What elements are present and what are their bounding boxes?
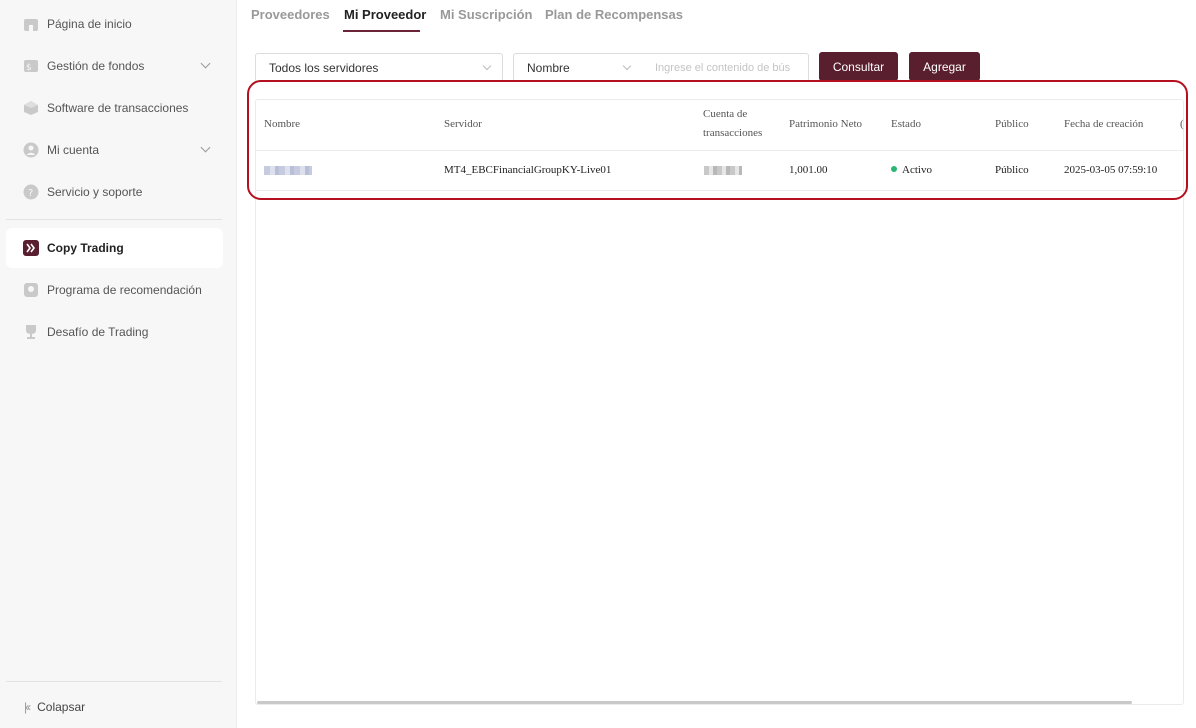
referral-icon [24, 283, 38, 297]
server-select-value: Todos los servidores [269, 60, 379, 75]
sidebar-item-label: Software de transacciones [47, 101, 189, 115]
chevron-down-icon [482, 61, 492, 71]
sidebar: Página de inicio $ Gestión de fondos Sof… [0, 0, 237, 728]
tab-rewards-plan[interactable]: Plan de Recompensas [545, 7, 683, 22]
svg-text:$: $ [26, 63, 32, 73]
sidebar-item-label: Programa de recomendación [47, 283, 202, 297]
chevron-down-icon [200, 58, 211, 69]
sidebar-item-home[interactable]: Página de inicio [6, 4, 223, 44]
add-button[interactable]: Agregar [909, 52, 980, 81]
user-icon [23, 142, 39, 158]
query-button[interactable]: Consultar [819, 52, 898, 81]
active-tab-indicator [343, 30, 420, 32]
copy-trading-icon [23, 240, 39, 256]
sidebar-item-label: Página de inicio [47, 17, 132, 31]
chevron-down-icon [200, 142, 211, 153]
sidebar-divider [6, 219, 222, 220]
sidebar-item-account[interactable]: Mi cuenta [6, 130, 223, 170]
wallet-icon: $ [24, 60, 38, 73]
sidebar-item-challenge[interactable]: Desafío de Trading [6, 312, 223, 352]
collapse-label: Colapsar [37, 700, 86, 714]
tab-providers[interactable]: Proveedores [251, 7, 330, 22]
sidebar-item-label: Servicio y soporte [47, 185, 143, 199]
cube-icon [24, 101, 38, 115]
sidebar-divider [6, 681, 222, 682]
collapse-button[interactable]: |‹‹ Colapsar [24, 700, 85, 714]
svg-text:?: ? [28, 188, 33, 199]
home-icon [24, 19, 38, 31]
sidebar-item-label: Desafío de Trading [47, 325, 149, 339]
sidebar-item-copy-trading[interactable]: Copy Trading [6, 228, 223, 268]
sidebar-item-label: Gestión de fondos [47, 59, 145, 73]
sidebar-item-label: Mi cuenta [47, 143, 100, 157]
field-select[interactable]: Nombre [513, 53, 643, 82]
annotation-highlight [247, 80, 1188, 200]
trophy-icon [26, 325, 36, 339]
sidebar-item-funds[interactable]: $ Gestión de fondos [6, 46, 223, 86]
collapse-icon: |‹‹ [24, 700, 31, 714]
tab-my-subscription[interactable]: Mi Suscripción [440, 7, 532, 22]
sidebar-item-referral[interactable]: Programa de recomendación [6, 270, 223, 310]
search-input[interactable] [642, 53, 809, 82]
sidebar-item-support[interactable]: ? Servicio y soporte [6, 172, 223, 212]
server-select[interactable]: Todos los servidores [255, 53, 503, 82]
chevron-down-icon [622, 61, 632, 71]
sidebar-item-software[interactable]: Software de transacciones [6, 88, 223, 128]
horizontal-scrollbar[interactable] [257, 701, 1132, 704]
help-icon: ? [23, 184, 39, 200]
field-select-value: Nombre [527, 60, 570, 75]
tab-my-provider[interactable]: Mi Proveedor [344, 7, 426, 22]
sidebar-item-label: Copy Trading [47, 241, 124, 255]
